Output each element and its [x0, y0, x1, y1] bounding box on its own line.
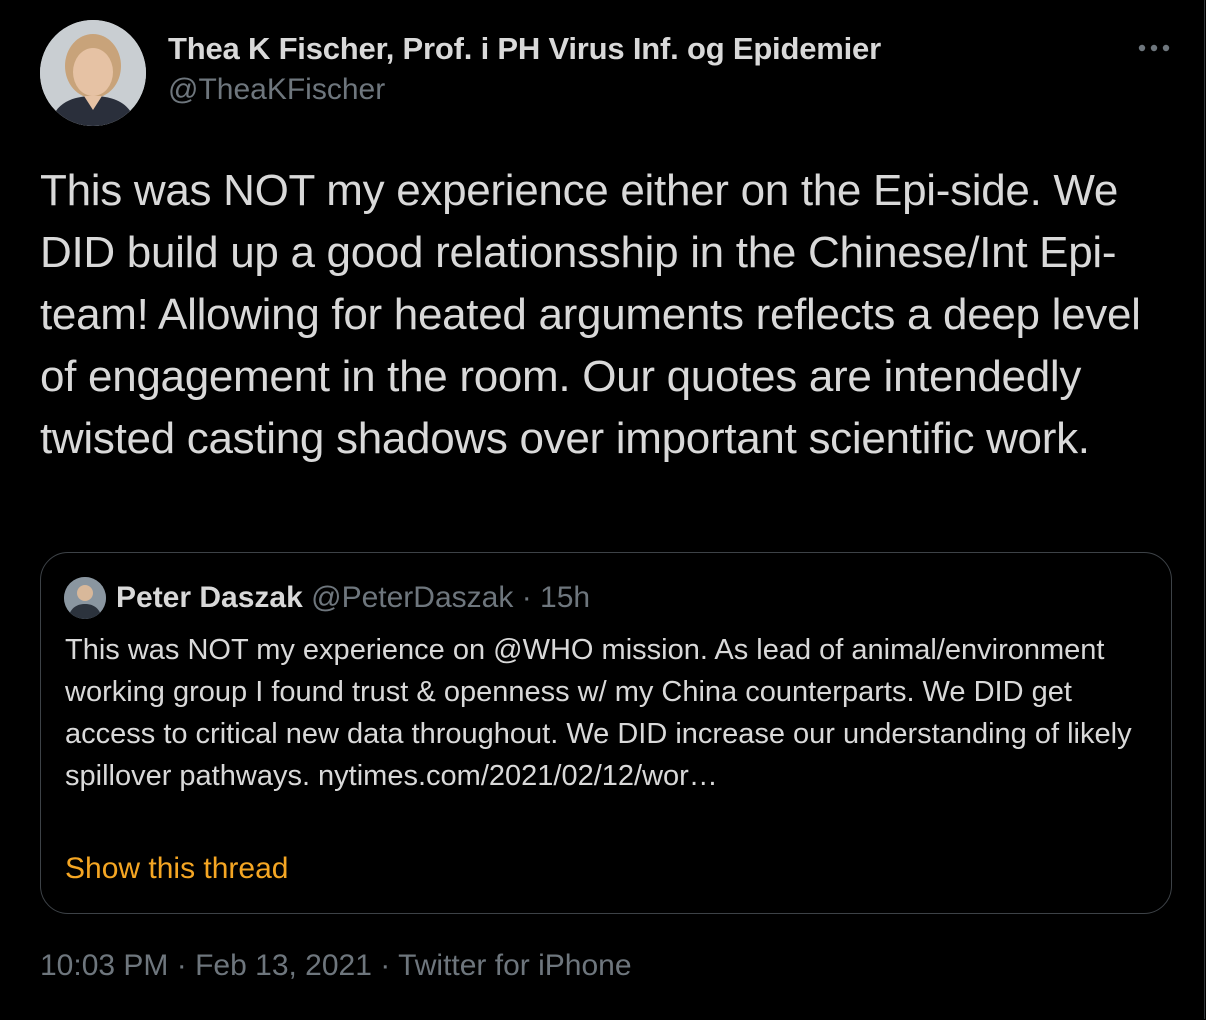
more-horizontal-icon[interactable]: [1134, 38, 1174, 58]
author-avatar[interactable]: [40, 20, 146, 126]
meta-separator: ·: [380, 949, 391, 982]
quoted-author-handle[interactable]: @PeterDaszak: [311, 581, 513, 614]
quoted-tweet-header: Peter Daszak @PeterDaszak · 15h: [116, 579, 590, 617]
tweet-time[interactable]: 10:03 PM: [40, 949, 168, 982]
show-thread-link[interactable]: Show this thread: [65, 849, 288, 889]
quoted-separator: ·: [521, 581, 532, 614]
tweet-date[interactable]: Feb 13, 2021: [195, 949, 372, 982]
quoted-author-avatar-image: [64, 577, 106, 619]
quoted-author-avatar[interactable]: [64, 577, 106, 619]
author-avatar-image: [40, 20, 146, 126]
meta-separator: ·: [176, 949, 187, 982]
quoted-author-name[interactable]: Peter Daszak: [116, 581, 303, 614]
author-handle[interactable]: @TheaKFischer: [168, 72, 881, 108]
author-block: Thea K Fischer, Prof. i PH Virus Inf. og…: [168, 30, 881, 108]
tweet-container: Thea K Fischer, Prof. i PH Virus Inf. og…: [0, 0, 1205, 1019]
author-name[interactable]: Thea K Fischer, Prof. i PH Virus Inf. og…: [168, 30, 881, 68]
quoted-timestamp[interactable]: 15h: [540, 581, 590, 614]
quoted-tweet-text: This was NOT my experience on @WHO missi…: [65, 634, 1132, 792]
quoted-tweet-card[interactable]: Peter Daszak @PeterDaszak · 15h This was…: [40, 552, 1172, 914]
tweet-metadata: 10:03 PM · Feb 13, 2021 · Twitter for iP…: [40, 946, 632, 986]
source-app-link[interactable]: Twitter for iPhone: [398, 949, 631, 982]
tweet-text: This was NOT my experience either on the…: [40, 166, 1141, 463]
